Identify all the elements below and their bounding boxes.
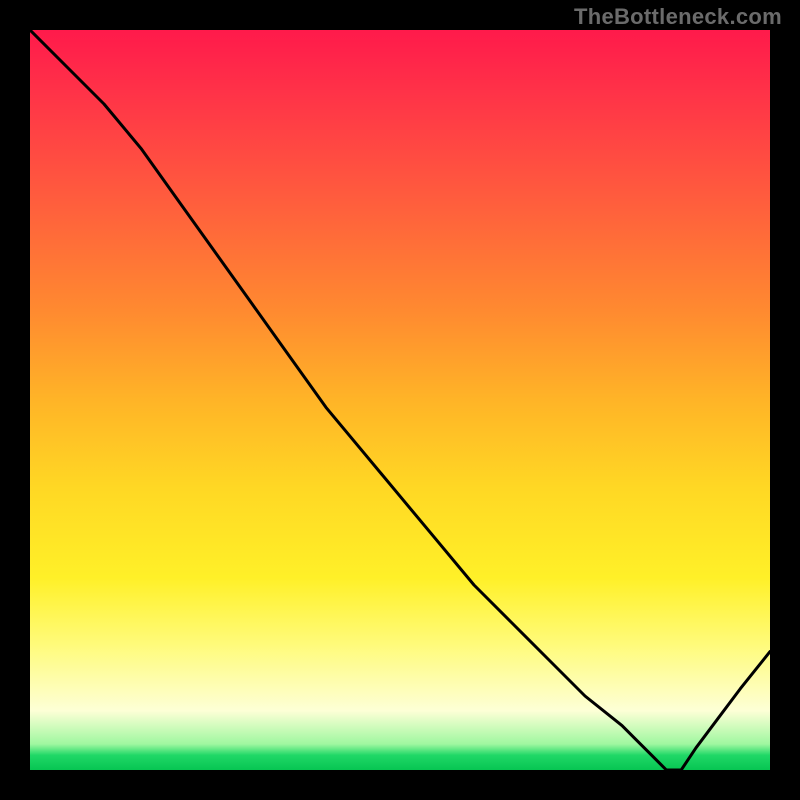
curve-path (30, 30, 770, 770)
attribution-text: TheBottleneck.com (574, 4, 782, 30)
chart-stage: TheBottleneck.com (0, 0, 800, 800)
bottleneck-curve (30, 30, 770, 770)
plot-area (30, 30, 770, 770)
